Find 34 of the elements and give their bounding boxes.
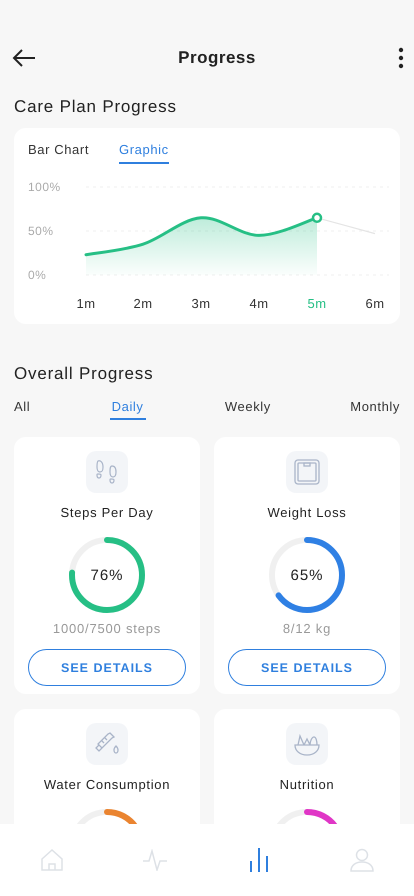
- page-title: Progress: [178, 48, 256, 68]
- card-title: Steps Per Day: [60, 505, 154, 520]
- heartbeat-icon: [142, 849, 168, 871]
- see-details-button[interactable]: SEE DETAILS: [28, 649, 186, 686]
- section-title: Overall Progress: [13, 364, 154, 384]
- progress-detail: 8/12 kg: [282, 621, 332, 636]
- period-tab[interactable]: Weekly: [224, 399, 271, 420]
- y-axis-label: 0%: [28, 268, 46, 282]
- percent-value: 76%: [90, 566, 124, 584]
- percent-value: 65%: [290, 566, 324, 584]
- y-axis-label: 50%: [28, 224, 54, 238]
- x-axis-label: 1m: [76, 296, 96, 311]
- card-title: Weight Loss: [268, 505, 346, 520]
- see-details-button[interactable]: SEE DETAILS: [228, 649, 386, 686]
- scale-icon: [293, 458, 321, 486]
- home-icon: [40, 848, 64, 872]
- chart-tab[interactable]: Graphic: [119, 142, 169, 164]
- card-title: Water Consumption: [44, 777, 170, 792]
- section-title: Care Plan Progress: [13, 97, 178, 117]
- x-axis-label: 3m: [191, 296, 211, 311]
- x-axis-label: 5m: [307, 296, 327, 311]
- period-tab[interactable]: All: [14, 399, 30, 420]
- bar-chart-icon: [248, 847, 269, 873]
- x-axis-label: 2m: [133, 296, 153, 311]
- x-axis-label: 4m: [249, 296, 269, 311]
- salad-bowl-icon: [293, 731, 321, 757]
- period-tab[interactable]: Monthly: [350, 399, 400, 420]
- period-tab[interactable]: Daily: [110, 399, 146, 420]
- y-axis-label: 100%: [28, 180, 61, 194]
- card-title: Nutrition: [280, 777, 334, 792]
- progress-detail: 1000/7500 steps: [52, 621, 162, 636]
- chart-tab[interactable]: Bar Chart: [28, 142, 90, 164]
- x-axis-label: 6m: [365, 296, 385, 311]
- user-icon: [350, 848, 374, 872]
